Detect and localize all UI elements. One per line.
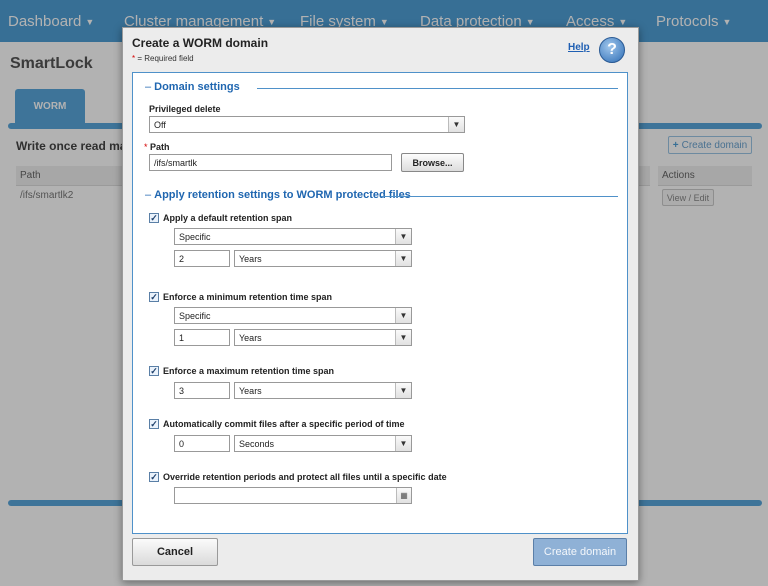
chevron-down-icon: ▼ xyxy=(395,229,411,244)
path-input[interactable]: /ifs/smartlk xyxy=(149,154,392,171)
maximum-retention-unit-select[interactable]: Years ▼ xyxy=(234,382,412,399)
default-retention-unit-select[interactable]: Years ▼ xyxy=(234,250,412,267)
maximum-retention-amount-input[interactable]: 3 xyxy=(174,382,230,399)
minimum-retention-label: Enforce a minimum retention time span xyxy=(163,292,333,302)
calendar-icon[interactable]: ▦ xyxy=(396,488,411,503)
browse-button[interactable]: Browse... xyxy=(401,153,464,172)
cancel-button[interactable]: Cancel xyxy=(132,538,218,566)
minimum-retention-checkbox[interactable]: ✓ xyxy=(149,292,159,302)
divider xyxy=(381,196,618,197)
chevron-down-icon: ▼ xyxy=(395,251,411,266)
minimum-retention-mode-select[interactable]: Specific ▼ xyxy=(174,307,412,324)
chevron-down-icon: ▼ xyxy=(448,117,464,132)
help-link[interactable]: Help xyxy=(568,42,590,53)
maximum-retention-label: Enforce a maximum retention time span xyxy=(163,366,335,376)
dialog-title: Create a WORM domain xyxy=(132,36,269,50)
dialog-content: – Domain settings Privileged delete Off ▼ … xyxy=(132,72,628,534)
create-domain-submit-button[interactable]: Create domain xyxy=(533,538,627,566)
create-worm-domain-dialog: Create a WORM domain * = Required field … xyxy=(122,27,639,581)
required-field-note: * = Required field xyxy=(132,54,194,63)
default-retention-amount-input[interactable]: 2 xyxy=(174,250,230,267)
override-date-input[interactable]: ▦ xyxy=(174,487,412,504)
chevron-down-icon: ▼ xyxy=(395,330,411,345)
path-label: * Path xyxy=(144,142,170,152)
help-icon[interactable]: ? xyxy=(599,37,625,63)
chevron-down-icon: ▼ xyxy=(395,383,411,398)
chevron-down-icon: ▼ xyxy=(395,436,411,451)
autocommit-unit-select[interactable]: Seconds ▼ xyxy=(234,435,412,452)
default-retention-mode-select[interactable]: Specific ▼ xyxy=(174,228,412,245)
autocommit-checkbox[interactable]: ✓ xyxy=(149,419,159,429)
divider xyxy=(257,88,618,89)
privileged-delete-select[interactable]: Off ▼ xyxy=(149,116,465,133)
override-retention-checkbox[interactable]: ✓ xyxy=(149,472,159,482)
default-retention-checkbox[interactable]: ✓ xyxy=(149,213,159,223)
privileged-delete-label: Privileged delete xyxy=(149,104,221,114)
maximum-retention-checkbox[interactable]: ✓ xyxy=(149,366,159,376)
default-retention-label: Apply a default retention span xyxy=(163,213,293,223)
minimum-retention-unit-select[interactable]: Years ▼ xyxy=(234,329,412,346)
chevron-down-icon: ▼ xyxy=(395,308,411,323)
override-retention-label: Override retention periods and protect a… xyxy=(163,472,447,482)
required-asterisk: * xyxy=(132,54,136,63)
retention-settings-header: – Apply retention settings to WORM protec… xyxy=(145,189,411,201)
minimum-retention-amount-input[interactable]: 1 xyxy=(174,329,230,346)
domain-settings-header: – Domain settings xyxy=(145,81,240,93)
autocommit-amount-input[interactable]: 0 xyxy=(174,435,230,452)
autocommit-label: Automatically commit files after a speci… xyxy=(163,419,405,429)
